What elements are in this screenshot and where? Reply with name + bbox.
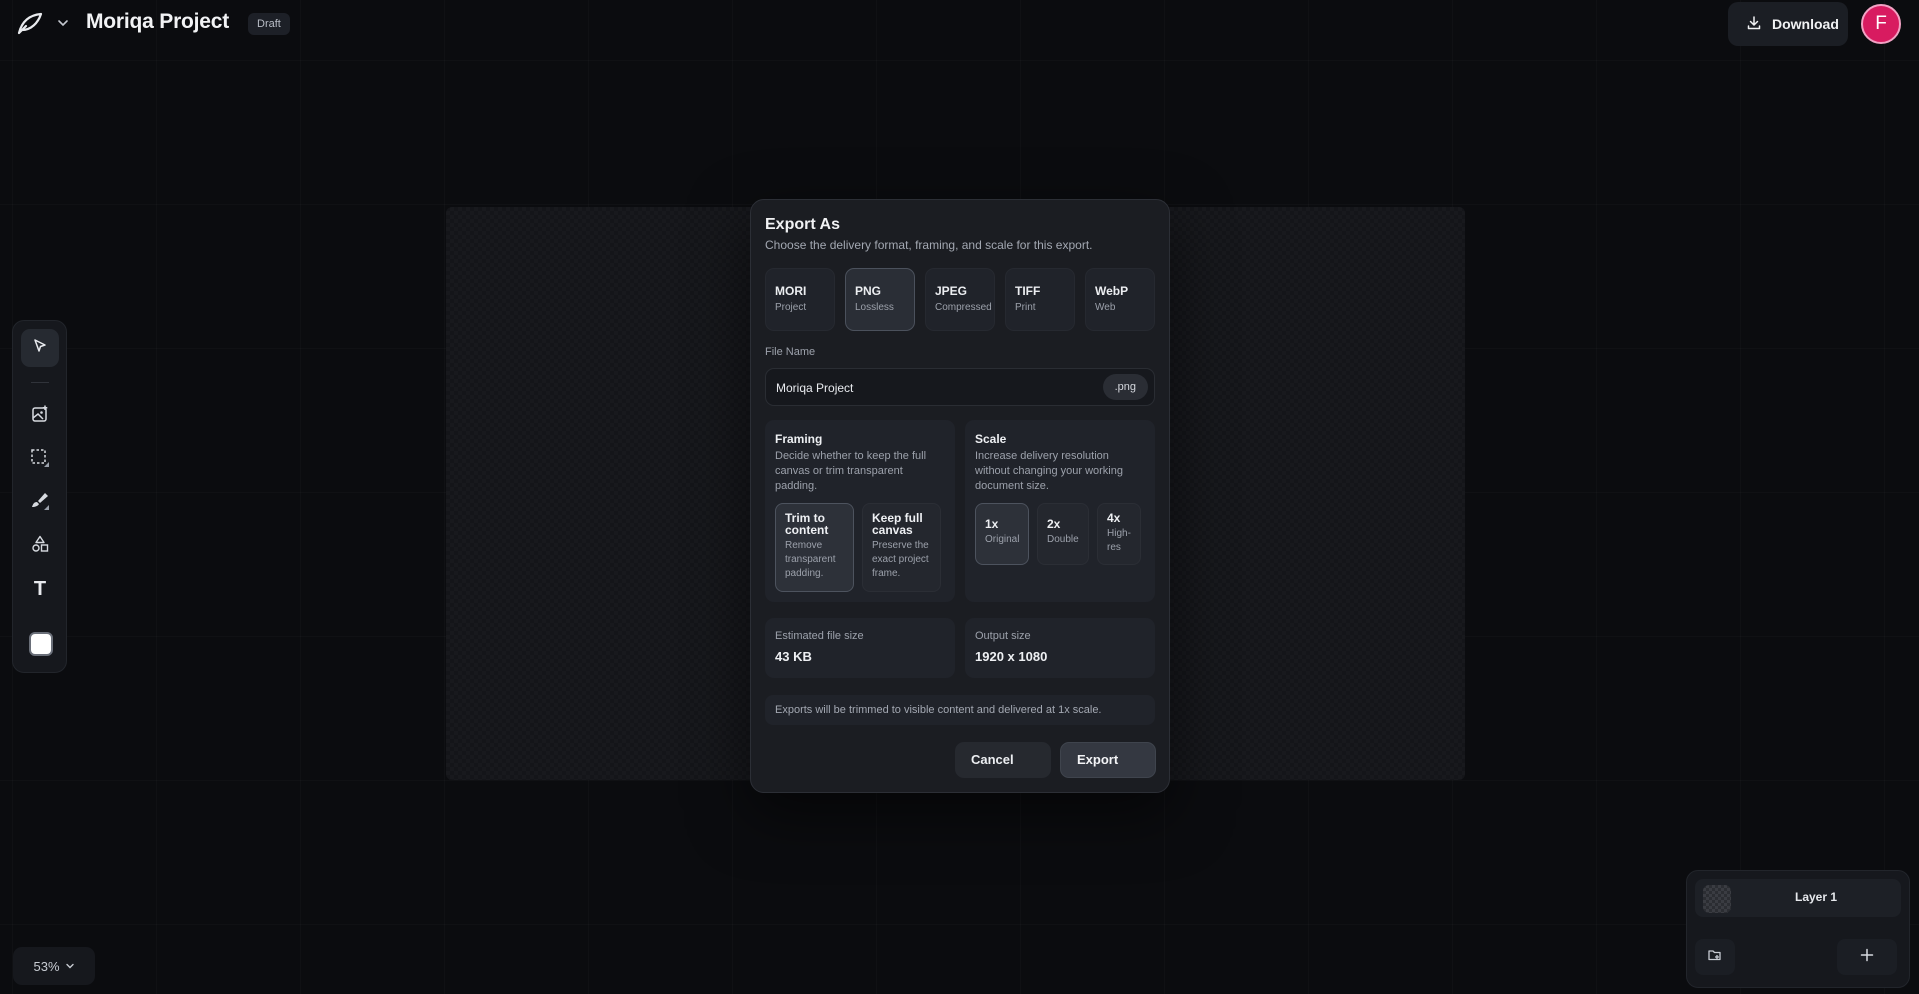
option-name: Keep full canvas xyxy=(872,511,923,537)
export-note: Exports will be trimmed to visible conte… xyxy=(765,695,1155,725)
download-button[interactable]: Download xyxy=(1728,2,1848,46)
avatar[interactable]: F xyxy=(1861,4,1901,44)
add-layer-button[interactable] xyxy=(1837,939,1897,975)
scale-option-2x[interactable]: 2x Double xyxy=(1037,503,1089,565)
download-label: Download xyxy=(1772,16,1839,32)
text-tool-button[interactable]: T xyxy=(21,570,59,608)
color-swatch[interactable] xyxy=(29,632,53,656)
cancel-button[interactable]: Cancel xyxy=(955,742,1051,778)
chevron-down-icon xyxy=(65,959,75,974)
scale-description: Increase delivery resolution without cha… xyxy=(975,450,1123,492)
framing-description: Decide whether to keep the full canvas o… xyxy=(775,450,927,492)
cursor-icon xyxy=(31,337,49,360)
scale-option-4x[interactable]: 4x High-res xyxy=(1097,503,1141,565)
framing-option-keep-full[interactable]: Keep full canvas Preserve the exact proj… xyxy=(862,503,941,592)
scale-card: Scale Increase delivery resolution witho… xyxy=(965,420,1155,602)
format-option-tiff[interactable]: TIFF Print xyxy=(1005,268,1075,331)
paintbrush-icon xyxy=(29,490,51,517)
output-size-value: 1920 x 1080 xyxy=(975,649,1048,664)
dialog-subtitle: Choose the delivery format, framing, and… xyxy=(765,238,1093,252)
image-add-icon xyxy=(30,404,50,429)
option-desc: Remove transparent padding. xyxy=(785,540,836,579)
estimated-size-label: Estimated file size xyxy=(775,630,864,642)
marquee-tool-button[interactable] xyxy=(21,441,59,479)
format-option-mori[interactable]: MORI Project xyxy=(765,268,835,331)
framing-card: Framing Decide whether to keep the full … xyxy=(765,420,955,602)
format-name: JPEG xyxy=(935,284,968,298)
tool-palette: T xyxy=(12,320,67,673)
file-name-input[interactable]: Moriqa Project .png xyxy=(765,368,1155,406)
framing-option-trim[interactable]: Trim to content Remove transparent paddi… xyxy=(775,503,854,592)
option-desc: Double xyxy=(1047,534,1079,545)
marquee-select-icon xyxy=(29,447,51,474)
output-size-card: Output size 1920 x 1080 xyxy=(965,618,1155,678)
layer-item[interactable]: Layer 1 xyxy=(1695,879,1901,917)
option-desc: Preserve the exact project frame. xyxy=(872,540,929,579)
file-name-label: File Name xyxy=(765,346,816,358)
option-name: 1x xyxy=(985,517,999,531)
top-bar: Moriqa Project Draft Download F xyxy=(0,0,1919,50)
layer-name: Layer 1 xyxy=(1794,890,1838,904)
estimated-size-value: 43 KB xyxy=(775,649,812,664)
option-name: Trim to content xyxy=(785,511,829,537)
format-name: TIFF xyxy=(1015,284,1041,298)
format-desc: Compressed xyxy=(935,302,992,313)
shapes-tool-button[interactable] xyxy=(21,527,59,565)
download-icon xyxy=(1746,15,1762,34)
format-option-webp[interactable]: WebP Web xyxy=(1085,268,1155,331)
dialog-title: Export As xyxy=(765,216,840,233)
format-name: MORI xyxy=(775,284,807,298)
text-icon: T xyxy=(33,577,47,600)
scale-title: Scale xyxy=(975,432,1007,446)
option-desc: Original xyxy=(985,534,1020,545)
tool-divider xyxy=(31,382,49,383)
scale-option-1x[interactable]: 1x Original xyxy=(975,503,1029,565)
format-desc: Lossless xyxy=(855,302,894,313)
file-extension-badge: .png xyxy=(1102,374,1148,400)
zoom-control[interactable]: 53% xyxy=(13,947,95,985)
project-title[interactable]: Moriqa Project xyxy=(86,10,229,34)
format-option-png[interactable]: PNG Lossless xyxy=(845,268,915,331)
option-name: 2x xyxy=(1047,517,1061,531)
format-name: WebP xyxy=(1095,284,1129,298)
chevron-down-icon[interactable] xyxy=(56,16,70,30)
export-dialog: Export As Choose the delivery format, fr… xyxy=(750,199,1170,793)
plus-icon xyxy=(1860,948,1874,967)
output-size-label: Output size xyxy=(975,630,1031,642)
folder-add-icon xyxy=(1707,947,1723,968)
zoom-level: 53% xyxy=(33,958,60,974)
file-name-value: Moriqa Project xyxy=(776,381,854,395)
shapes-icon xyxy=(30,534,50,559)
brush-tool-button[interactable] xyxy=(21,484,59,522)
option-name: 4x xyxy=(1107,511,1121,525)
format-desc: Print xyxy=(1015,302,1036,313)
framing-title: Framing xyxy=(775,432,823,446)
select-tool-button[interactable] xyxy=(21,329,59,367)
export-button[interactable]: Export xyxy=(1060,742,1156,778)
option-desc: High-res xyxy=(1107,528,1131,553)
status-badge: Draft xyxy=(248,13,290,35)
format-name: PNG xyxy=(855,284,882,298)
format-desc: Project xyxy=(775,302,807,313)
add-layer-group-button[interactable] xyxy=(1695,939,1735,975)
layers-panel: Layer 1 xyxy=(1686,870,1910,988)
estimated-size-card: Estimated file size 43 KB xyxy=(765,618,955,678)
image-tool-button[interactable] xyxy=(21,397,59,435)
format-desc: Web xyxy=(1095,302,1116,313)
format-option-jpeg[interactable]: JPEG Compressed xyxy=(925,268,995,331)
leaf-logo-icon[interactable] xyxy=(16,11,44,37)
